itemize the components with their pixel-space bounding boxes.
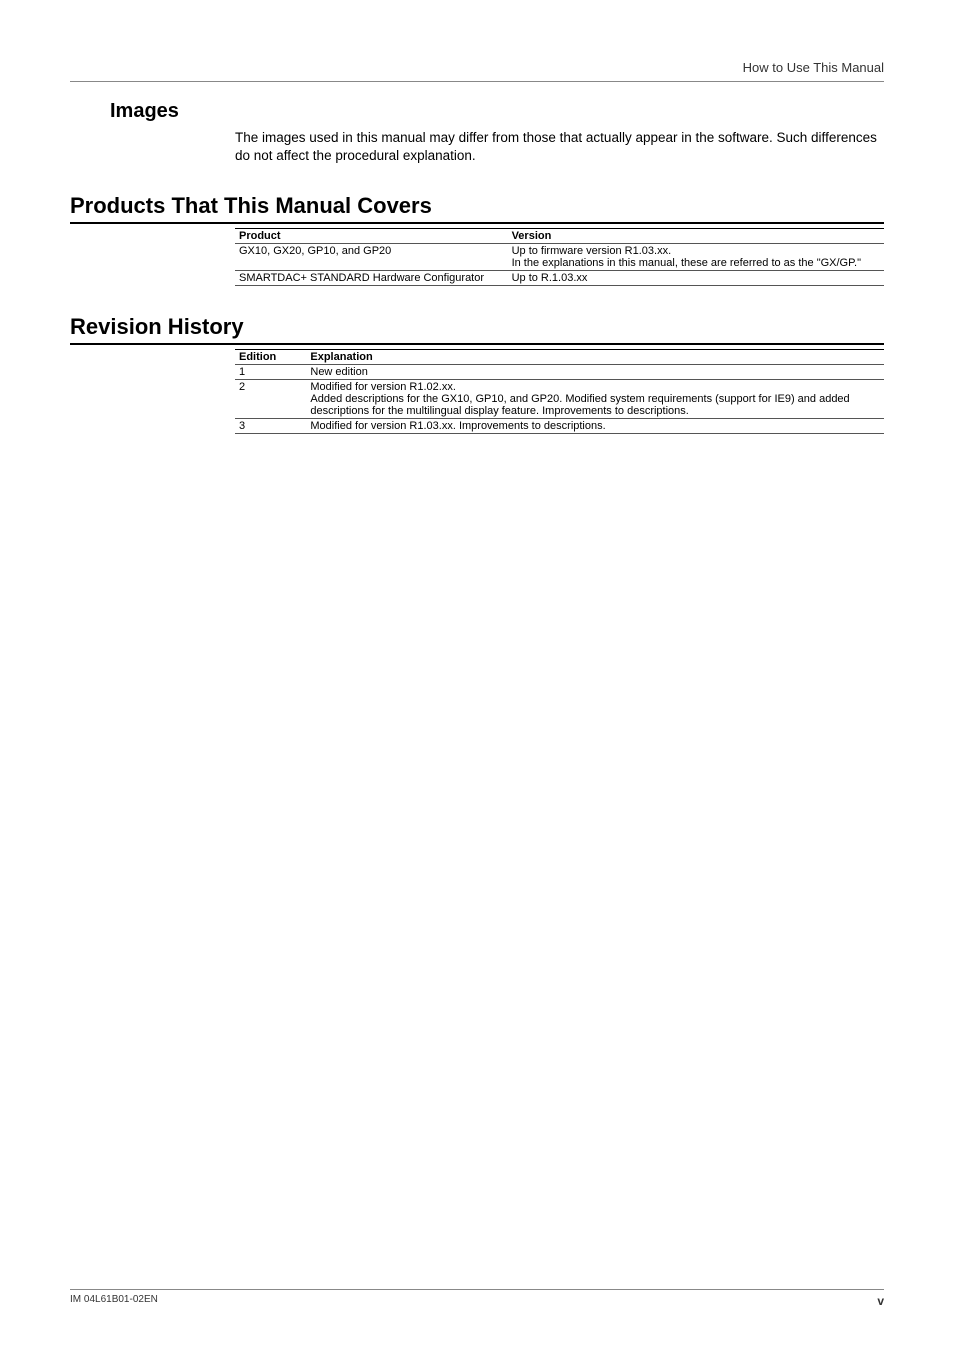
cell-explanation: Modified for version R1.03.xx. Improveme…	[306, 419, 884, 434]
heading-revision: Revision History	[70, 314, 884, 345]
cell-product: GX10, GX20, GP10, and GP20	[235, 244, 508, 271]
table-row: 1 New edition	[235, 365, 884, 380]
col-version: Version	[508, 229, 884, 244]
cell-edition: 2	[235, 380, 306, 419]
table-row: 2 Modified for version R1.02.xx. Added d…	[235, 380, 884, 419]
table-header-row: Edition Explanation	[235, 350, 884, 365]
cell-edition: 1	[235, 365, 306, 380]
cell-product: SMARTDAC+ STANDARD Hardware Configurator	[235, 271, 508, 286]
footer-pagenum: v	[877, 1294, 884, 1308]
heading-images: Images	[110, 100, 884, 123]
products-table: Product Version GX10, GX20, GP10, and GP…	[235, 228, 884, 286]
cell-version: Up to R.1.03.xx	[508, 271, 884, 286]
images-body: The images used in this manual may diffe…	[235, 129, 884, 165]
cell-edition: 3	[235, 419, 306, 434]
col-edition: Edition	[235, 350, 306, 365]
footer-docid: IM 04L61B01-02EN	[70, 1294, 158, 1308]
running-header: How to Use This Manual	[70, 60, 884, 82]
col-explanation: Explanation	[306, 350, 884, 365]
table-row: 3 Modified for version R1.03.xx. Improve…	[235, 419, 884, 434]
table-row: GX10, GX20, GP10, and GP20 Up to firmwar…	[235, 244, 884, 271]
table-header-row: Product Version	[235, 229, 884, 244]
revision-table: Edition Explanation 1 New edition 2 Modi…	[235, 349, 884, 434]
page-footer: IM 04L61B01-02EN v	[70, 1289, 884, 1308]
heading-products: Products That This Manual Covers	[70, 193, 884, 224]
table-row: SMARTDAC+ STANDARD Hardware Configurator…	[235, 271, 884, 286]
cell-explanation: New edition	[306, 365, 884, 380]
col-product: Product	[235, 229, 508, 244]
cell-version: Up to firmware version R1.03.xx. In the …	[508, 244, 884, 271]
cell-explanation: Modified for version R1.02.xx. Added des…	[306, 380, 884, 419]
